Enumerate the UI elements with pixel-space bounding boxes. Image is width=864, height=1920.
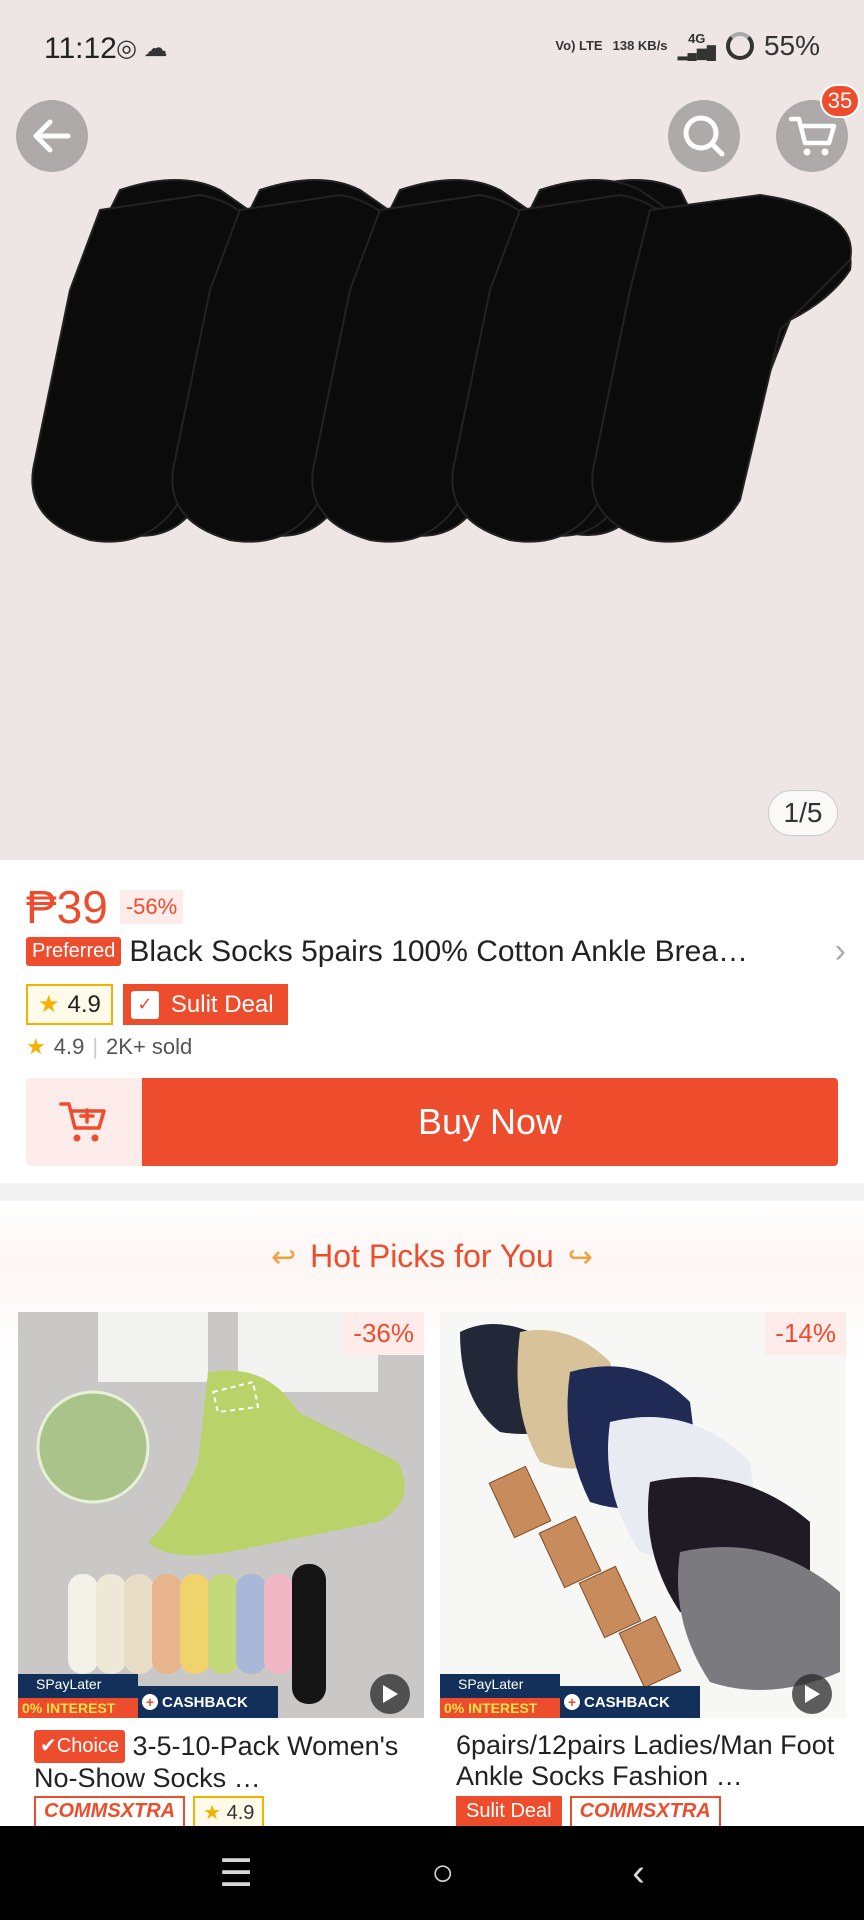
status-bar: 11:12 ◎ ☁ Vo) LTE 138 KB/s 4G ▂▄▆█ 55%	[0, 0, 864, 100]
swirl-right-icon: ↪	[567, 1241, 593, 1274]
product-price: ₱39	[26, 881, 108, 933]
back-nav-icon[interactable]: ‹	[632, 1852, 645, 1895]
card-discount-badge: -36%	[343, 1312, 424, 1355]
product-title: Black Socks 5pairs 100% Cotton Ankle Bre…	[129, 934, 749, 968]
play-icon	[383, 1685, 398, 1703]
product-card[interactable]: -36% SPayLater 0% INTEREST + CASHBACK ✔C…	[18, 1312, 424, 1832]
home-icon[interactable]: ○	[431, 1852, 454, 1895]
system-nav-bar: ☰ ○ ‹	[0, 1826, 864, 1920]
product-gallery[interactable]: 11:12 ◎ ☁ Vo) LTE 138 KB/s 4G ▂▄▆█ 55% 35	[0, 0, 864, 860]
cashback-text: CASHBACK	[162, 1693, 248, 1711]
preferred-badge: Preferred	[26, 937, 122, 966]
cart-count-badge: 35	[820, 84, 860, 118]
paylater-label: SPayLater 0% INTEREST	[440, 1674, 560, 1718]
hot-picks-title-text: Hot Picks for You	[310, 1238, 554, 1274]
cart-icon	[788, 116, 837, 156]
play-icon	[805, 1685, 820, 1703]
cart-button[interactable]: 35	[776, 84, 860, 172]
battery-icon	[725, 32, 754, 60]
card-badges: COMMSXTRA ★ 4.9	[34, 1796, 265, 1830]
network-type: 4G ▂▄▆█	[677, 31, 716, 60]
product-card[interactable]: -14% SPayLater 0% INTEREST + CASHBACK 6p…	[440, 1312, 846, 1832]
rating-sold-row: ★ 4.9 | 2K+ sold	[26, 1034, 192, 1060]
discount-badge: -56%	[119, 890, 184, 924]
rating-value: 4.9	[53, 1034, 85, 1059]
sulit-deal-label: Sulit Deal	[170, 990, 274, 1018]
cashback-label: + CASHBACK	[138, 1686, 278, 1718]
section-divider	[0, 1183, 864, 1201]
commsxtra-badge: COMMSXTRA	[569, 1796, 721, 1830]
rating-badge-value: 4.9	[67, 990, 101, 1018]
video-play-button[interactable]	[370, 1674, 410, 1714]
choice-badge: ✔Choice	[34, 1730, 126, 1763]
separator: |	[92, 1034, 99, 1059]
chevron-right-icon: ›	[834, 932, 846, 970]
sulit-deal-badge: ✓ Sulit Deal	[122, 984, 288, 1025]
volte-indicator: Vo) LTE	[555, 38, 603, 53]
star-icon: ★	[26, 1034, 46, 1059]
network-speed: 138 KB/s	[612, 38, 668, 53]
price-row: ₱39 -56%	[26, 880, 184, 934]
card-discount-badge: -14%	[765, 1312, 846, 1355]
add-to-cart-button[interactable]	[26, 1078, 142, 1166]
hot-picks-title: ↩ Hot Picks for You ↪	[0, 1238, 864, 1275]
paylater-bottom: 0% INTEREST	[18, 1698, 138, 1718]
card-title: 6pairs/12pairs Ladies/Man Foot Ankle Soc…	[456, 1730, 836, 1792]
product-card-image	[18, 1312, 424, 1718]
rating-badge: ★ 4.9	[26, 984, 113, 1025]
search-icon	[683, 115, 725, 157]
badge-row: ★ 4.9 ✓ Sulit Deal	[26, 984, 288, 1025]
sulit-deal-badge: Sulit Deal	[456, 1796, 562, 1830]
product-image	[31, 179, 852, 543]
cashback-label: + CASHBACK	[560, 1686, 700, 1718]
card-title-text: 6pairs/12pairs Ladies/Man Foot Ankle Soc…	[456, 1730, 835, 1791]
star-icon: ★	[38, 991, 60, 1018]
swirl-left-icon: ↩	[271, 1241, 297, 1274]
paylater-banner: SPayLater 0% INTEREST + CASHBACK	[18, 1674, 424, 1718]
card-rating-badge: ★ 4.9	[193, 1796, 265, 1830]
image-counter: 1/5	[768, 790, 838, 836]
plus-icon: +	[142, 1694, 158, 1710]
paylater-top: SPayLater	[36, 1676, 102, 1692]
paylater-bottom: 0% INTEREST	[440, 1698, 560, 1718]
star-icon: ★	[203, 1802, 227, 1824]
hot-picks-section: ↩ Hot Picks for You ↪ -36% SPayLater 0% …	[0, 1202, 864, 1832]
purchase-bar: Buy Now	[26, 1078, 838, 1166]
buy-now-button[interactable]: Buy Now	[142, 1078, 838, 1166]
card-badges: Sulit Deal COMMSXTRA	[456, 1796, 721, 1830]
back-button[interactable]	[16, 100, 88, 172]
battery-level: 55%	[763, 30, 820, 61]
notification-icons: ◎ ☁	[116, 35, 168, 62]
sulit-deal-icon: ✓	[130, 990, 159, 1019]
add-to-cart-icon	[59, 1102, 106, 1142]
card-title: ✔Choice 3-5-10-Pack Women's No-Show Sock…	[34, 1730, 414, 1794]
plus-icon: +	[564, 1694, 580, 1710]
back-arrow-icon	[33, 119, 71, 153]
paylater-label: SPayLater 0% INTEREST	[18, 1674, 138, 1718]
menu-icon[interactable]: ☰	[219, 1851, 253, 1896]
video-play-button[interactable]	[792, 1674, 832, 1714]
status-time: 11:12	[44, 32, 117, 65]
product-title-row[interactable]: Preferred Black Socks 5pairs 100% Cotton…	[26, 932, 846, 971]
cashback-text: CASHBACK	[584, 1693, 670, 1711]
paylater-top: SPayLater	[458, 1676, 524, 1692]
sold-count: 2K+ sold	[106, 1034, 193, 1059]
card-rating-value: 4.9	[226, 1802, 255, 1824]
commsxtra-badge: COMMSXTRA	[34, 1796, 186, 1830]
product-info: ₱39 -56% Preferred Black Socks 5pairs 10…	[0, 860, 864, 1180]
search-button[interactable]	[668, 100, 740, 172]
status-right: Vo) LTE 138 KB/s 4G ▂▄▆█ 55%	[555, 30, 820, 62]
product-card-image	[440, 1312, 846, 1718]
paylater-banner: SPayLater 0% INTEREST + CASHBACK	[440, 1674, 846, 1718]
